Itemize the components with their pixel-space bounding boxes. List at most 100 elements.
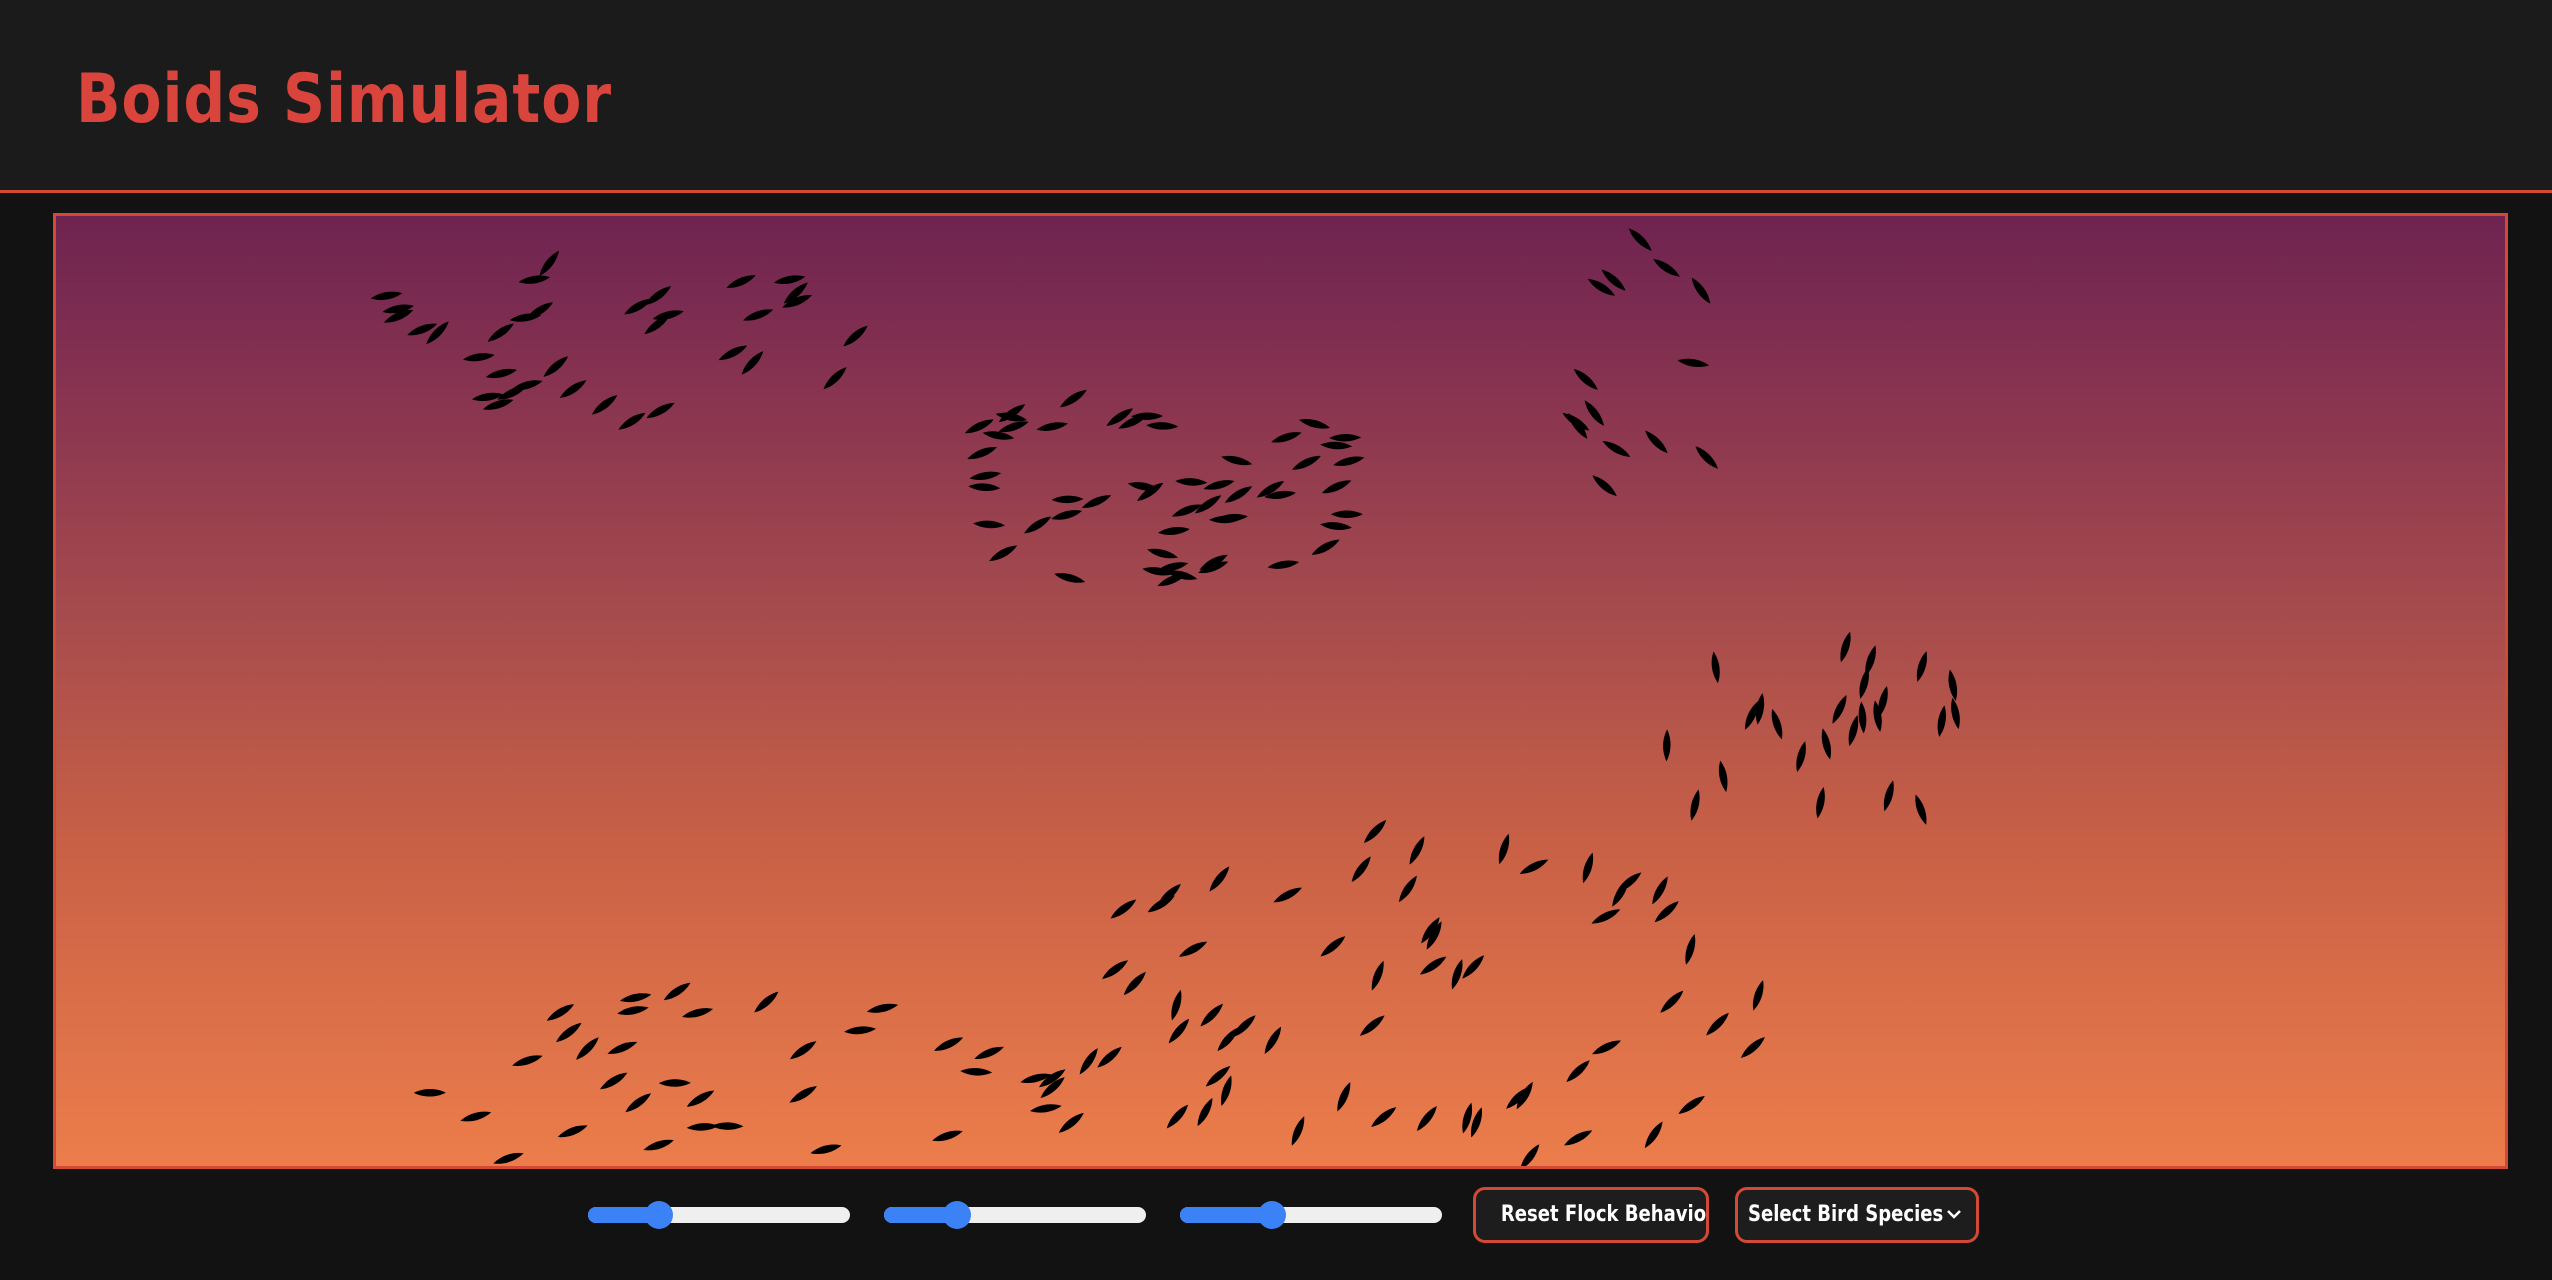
boid (1200, 1003, 1224, 1027)
boid (600, 1072, 628, 1090)
boid (1848, 715, 1859, 747)
boid (1591, 909, 1621, 924)
boid (726, 275, 756, 288)
boid (1916, 651, 1927, 682)
boid (493, 1152, 524, 1164)
boid (663, 982, 691, 1001)
boid (1519, 859, 1549, 874)
control-bar: Reset Flock Behaviour Select Bird Specie… (0, 1185, 2552, 1249)
boid (1840, 631, 1851, 663)
boid (1628, 228, 1652, 251)
boid (1123, 971, 1146, 996)
slider-3-thumb[interactable] (1257, 1201, 1286, 1229)
slider-1-thumb[interactable] (644, 1201, 673, 1229)
boid (741, 351, 764, 375)
boid (1740, 1037, 1765, 1058)
boid (1685, 933, 1696, 965)
boid (1264, 1026, 1282, 1054)
boid (1320, 936, 1346, 957)
boid (686, 1090, 715, 1107)
bird-species-select[interactable]: Select Bird Species (1735, 1187, 1979, 1243)
boid (643, 1139, 674, 1151)
boid (1644, 1121, 1663, 1149)
boid (1653, 259, 1680, 277)
boid (617, 1006, 649, 1015)
boid (823, 367, 847, 390)
boid (1718, 760, 1728, 793)
boid (1030, 1104, 1062, 1113)
boid (1416, 1105, 1437, 1132)
boid (658, 1079, 691, 1087)
boid (1168, 1018, 1190, 1044)
reset-flock-label: Reset Flock Behaviour (1500, 1202, 1709, 1227)
boid (1566, 1060, 1590, 1082)
boid (1645, 430, 1668, 454)
boid (1616, 872, 1642, 893)
boid (1462, 955, 1485, 979)
boid (1051, 510, 1083, 520)
boid (557, 1125, 588, 1138)
boid (1520, 1144, 1540, 1166)
boid (934, 1037, 964, 1051)
slider-1[interactable] (588, 1201, 850, 1229)
bird-species-label: Select Bird Species (1748, 1202, 1944, 1227)
boid (967, 447, 997, 460)
boid (1915, 794, 1927, 825)
boid (1194, 495, 1222, 514)
boid (1858, 701, 1867, 734)
boid (866, 1003, 899, 1013)
boid (1602, 440, 1631, 457)
boid (960, 1068, 993, 1076)
boid (682, 1008, 714, 1018)
boid (1816, 786, 1825, 819)
boid (1796, 741, 1806, 773)
app-header: Boids Simulator (0, 0, 2552, 193)
slider-3[interactable] (1180, 1201, 1442, 1229)
boid (1695, 446, 1719, 469)
boid (619, 993, 652, 1003)
boid (1299, 419, 1330, 429)
boid (1158, 527, 1190, 535)
boid (1321, 480, 1352, 494)
reset-flock-button[interactable]: Reset Flock Behaviour (1473, 1187, 1709, 1243)
boid (1178, 941, 1208, 957)
boid (1351, 856, 1371, 883)
boid (1102, 960, 1128, 979)
slider-2[interactable] (884, 1201, 1146, 1229)
boid (1451, 959, 1463, 990)
boid (426, 321, 449, 345)
boid (789, 1086, 817, 1103)
boid (1036, 422, 1068, 431)
boid (1498, 833, 1510, 865)
boid (1146, 422, 1179, 430)
boid (754, 991, 779, 1013)
boid (1677, 358, 1710, 368)
boid (1209, 866, 1230, 892)
boid (1419, 956, 1447, 975)
boid (607, 1041, 638, 1054)
boid (1660, 990, 1684, 1013)
boid (1320, 522, 1352, 531)
boid (1232, 1015, 1256, 1038)
boid (1110, 899, 1137, 919)
flock-layer (370, 228, 1960, 1166)
boid (487, 323, 514, 342)
boid (1821, 728, 1832, 760)
boid (1221, 455, 1253, 466)
boid (556, 1022, 582, 1043)
slider-2-thumb[interactable] (943, 1201, 972, 1229)
boid (1337, 1082, 1351, 1112)
boid (1058, 1112, 1084, 1133)
boid (1582, 852, 1594, 884)
boid (1097, 1046, 1122, 1068)
boid (1706, 1012, 1729, 1036)
boid (1079, 1048, 1098, 1075)
boid (844, 1026, 877, 1035)
boid (1267, 560, 1300, 569)
boid (968, 483, 1001, 491)
boid (1203, 480, 1235, 490)
boids-canvas[interactable] (53, 213, 2508, 1169)
boid (1051, 495, 1084, 504)
boid (969, 471, 1002, 480)
boid (1654, 901, 1679, 923)
